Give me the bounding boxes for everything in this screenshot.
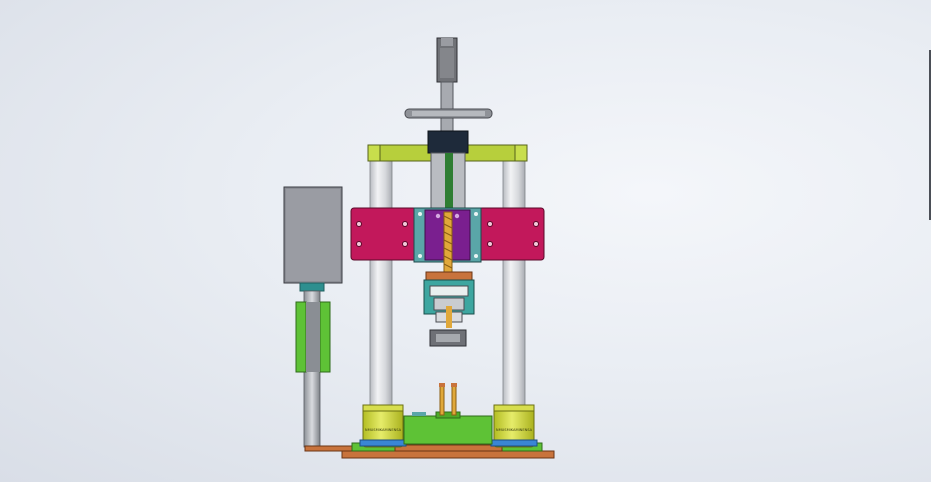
clamp-head [423,271,475,347]
control-box [283,186,343,284]
spindle-housing [427,130,469,214]
right-foot: NMUSMIKAMINENSA [490,404,538,448]
motor-assembly [436,37,458,139]
right-column [502,159,526,411]
left-column [369,159,393,411]
cad-viewport[interactable]: NMUSMIKAMINENSA NMUSMIKAMINENSA [0,0,931,482]
center-fixture [403,383,493,445]
machine-model: NMUSMIKAMINENSA NMUSMIKAMINENSA [283,37,555,459]
handwheel [404,108,493,119]
left-foot: NMUSMIKAMINENSA [359,404,407,448]
side-actuator [295,282,331,448]
carriage [413,207,482,275]
right-foot-label: NMUSMIKAMINENSA [496,428,533,432]
left-foot-label: NMUSMIKAMINENSA [365,428,402,432]
